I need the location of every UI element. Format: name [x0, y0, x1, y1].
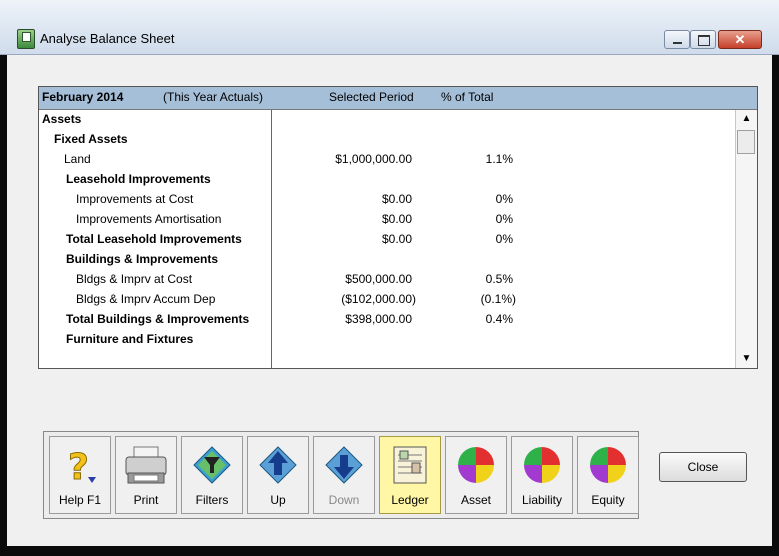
close-window-button[interactable]: ✕	[718, 30, 762, 49]
row-label: Total Leasehold Improvements	[66, 232, 242, 246]
svg-text:?: ?	[68, 447, 89, 487]
window-title: Analyse Balance Sheet	[40, 31, 175, 46]
row-amount: $0.00	[381, 232, 412, 246]
filters-button[interactable]: Filters	[181, 436, 243, 514]
pie-chart-icon	[524, 447, 560, 483]
ledger-label: Ledger	[391, 493, 429, 507]
row-amount: $0.00	[381, 192, 412, 206]
asset-label: Asset	[460, 493, 491, 507]
up-arrow-icon	[259, 446, 297, 484]
dialog-client: February 2014 (This Year Actuals) Select…	[7, 55, 772, 546]
down-arrow-icon	[325, 446, 363, 484]
toolbar: ? Help F1 Print Filters Up Down Ledger A…	[43, 431, 639, 519]
row-label: Improvements Amortisation	[76, 212, 222, 226]
asset-button[interactable]: Asset	[445, 436, 507, 514]
row-pct: 0%	[495, 192, 513, 206]
row-label: Leasehold Improvements	[66, 172, 211, 186]
liability-button[interactable]: Liability	[511, 436, 573, 514]
table-row[interactable]: Fixed Assets	[39, 130, 735, 150]
table-row[interactable]: Furniture and Fixtures	[39, 330, 735, 350]
window: Analyse Balance Sheet ✕ February 2014 (T…	[0, 0, 779, 556]
pct-total-header: % of Total	[441, 90, 494, 104]
period-type-label: (This Year Actuals)	[163, 90, 264, 104]
row-amount: $500,000.00	[345, 272, 412, 286]
print-button[interactable]: Print	[115, 436, 177, 514]
scroll-up-icon[interactable]: ▲	[736, 110, 757, 128]
pie-chart-icon	[458, 447, 494, 483]
equity-button[interactable]: Equity	[577, 436, 639, 514]
up-label: Up	[270, 493, 286, 507]
table-row[interactable]: Total Buildings & Improvements $398,000.0…	[39, 310, 735, 330]
row-label: Buildings & Improvements	[66, 252, 219, 266]
ledger-icon	[393, 446, 427, 484]
table-row[interactable]: Total Leasehold Improvements $0.00 0%	[39, 230, 735, 250]
help-label: Help F1	[58, 493, 102, 507]
row-label: Assets	[42, 112, 82, 126]
close-button[interactable]: Close	[659, 452, 747, 482]
row-pct: 0%	[495, 212, 513, 226]
period-label: February 2014	[42, 90, 124, 104]
help-button[interactable]: ? Help F1	[49, 436, 111, 514]
minimize-button[interactable]	[664, 30, 690, 49]
row-amount: ($102,000.00)	[341, 292, 416, 306]
printer-icon	[125, 446, 167, 484]
row-pct: 0.4%	[485, 312, 513, 326]
table-row[interactable]: Improvements at Cost $0.00 0%	[39, 190, 735, 210]
close-icon: ✕	[734, 32, 746, 47]
filter-icon	[193, 446, 231, 484]
up-button[interactable]: Up	[247, 436, 309, 514]
equity-label: Equity	[591, 493, 625, 507]
filters-label: Filters	[195, 493, 229, 507]
selected-period-header: Selected Period	[329, 90, 414, 104]
grid-rows: Assets Fixed Assets Land $1,000,000.00 1.1…	[39, 110, 735, 368]
row-label: Bldgs & Imprv Accum Dep	[76, 292, 216, 306]
ledger-button[interactable]: Ledger	[379, 436, 441, 514]
table-row[interactable]: Bldgs & Imprv at Cost $500,000.00 0.5%	[39, 270, 735, 290]
row-label: Bldgs & Imprv at Cost	[76, 272, 193, 286]
grid-header: February 2014 (This Year Actuals) Select…	[39, 87, 757, 110]
question-icon: ?	[68, 447, 96, 487]
pie-chart-icon	[590, 447, 626, 483]
row-label: Fixed Assets	[54, 132, 128, 146]
row-label: Furniture and Fixtures	[66, 332, 194, 346]
maximize-button[interactable]	[690, 30, 716, 49]
row-label: Total Buildings & Improvements	[66, 312, 250, 326]
app-icon	[17, 29, 35, 49]
balance-sheet-grid[interactable]: February 2014 (This Year Actuals) Select…	[38, 86, 758, 369]
row-amount: $1,000,000.00	[335, 152, 412, 166]
scroll-thumb[interactable]	[737, 130, 755, 154]
print-label: Print	[133, 493, 159, 507]
row-label: Improvements at Cost	[76, 192, 194, 206]
title-bar: Analyse Balance Sheet ✕	[0, 0, 779, 55]
down-button[interactable]: Down	[313, 436, 375, 514]
row-amount: $398,000.00	[345, 312, 412, 326]
liability-label: Liability	[521, 493, 563, 507]
table-row[interactable]: Leasehold Improvements	[39, 170, 735, 190]
row-pct: 0%	[495, 232, 513, 246]
table-row[interactable]: Land $1,000,000.00 1.1%	[39, 150, 735, 170]
table-row[interactable]: Bldgs & Imprv Accum Dep ($102,000.00) (0.1…	[39, 290, 735, 310]
row-pct: (0.1%)	[480, 292, 516, 306]
down-label: Down	[328, 493, 360, 507]
row-amount: $0.00	[381, 212, 412, 226]
table-row[interactable]: Buildings & Improvements	[39, 250, 735, 270]
table-row[interactable]: Improvements Amortisation $0.00 0%	[39, 210, 735, 230]
row-label: Land	[64, 152, 91, 166]
table-row[interactable]: Assets	[39, 110, 735, 130]
vertical-scrollbar[interactable]: ▲ ▼	[735, 110, 757, 368]
row-pct: 1.1%	[485, 152, 513, 166]
scroll-down-icon[interactable]: ▼	[736, 350, 757, 368]
row-pct: 0.5%	[485, 272, 513, 286]
